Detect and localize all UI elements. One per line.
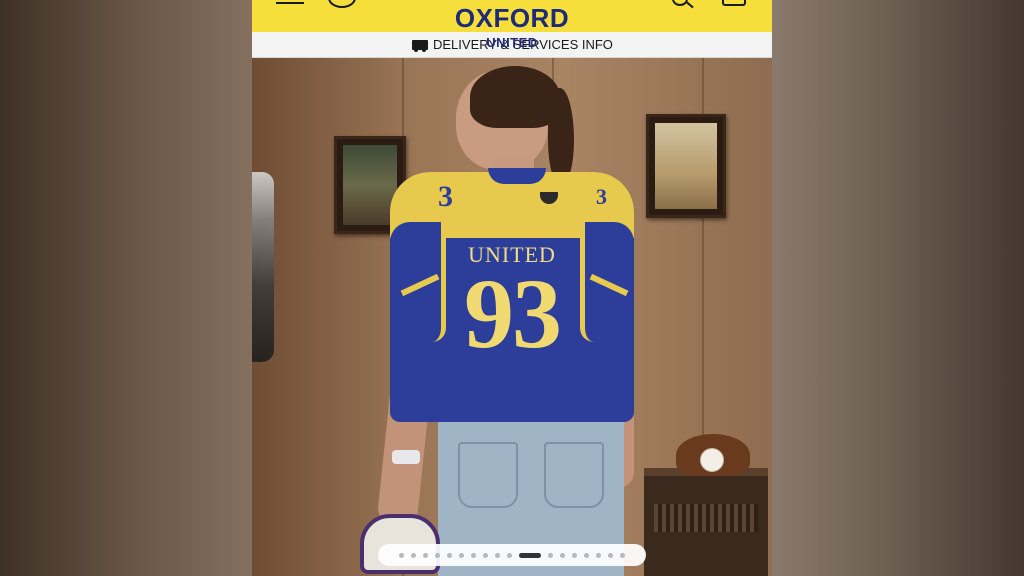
bag-icon[interactable] <box>722 0 746 6</box>
jersey-number: 93 <box>464 258 562 369</box>
carousel-dot[interactable] <box>572 552 577 558</box>
carousel-dot[interactable] <box>435 552 440 558</box>
wall-frame-baseball-poster <box>646 114 726 218</box>
carousel-dot[interactable] <box>584 552 589 558</box>
carousel-dot[interactable] <box>471 552 476 558</box>
blurred-backdrop-left <box>0 0 252 576</box>
product-photo[interactable]: 3 3 UNITED 93 <box>252 58 772 576</box>
carousel-dot[interactable] <box>495 552 500 558</box>
carousel-dot[interactable] <box>399 552 404 558</box>
carousel-dot[interactable] <box>548 552 553 558</box>
brand-logo-sub: UNITED <box>486 35 538 50</box>
wooden-shelf <box>644 468 768 576</box>
shoulder-number-right: 3 <box>596 184 607 209</box>
header-bar: OXFORD <box>252 0 772 32</box>
jersey: 3 3 UNITED 93 <box>390 168 634 422</box>
model-hair <box>470 66 560 128</box>
carousel-dot-active[interactable] <box>519 552 541 558</box>
shoulder-number-left: 3 <box>438 180 453 213</box>
carousel-dot[interactable] <box>507 552 512 558</box>
carousel-dot[interactable] <box>447 552 452 558</box>
carousel-dot[interactable] <box>608 552 613 558</box>
carousel-dot[interactable] <box>483 552 488 558</box>
brand-logo[interactable]: OXFORD <box>252 5 772 31</box>
smartwatch <box>392 450 420 464</box>
background-equipment <box>252 172 274 362</box>
carousel-dot[interactable] <box>620 552 625 558</box>
jeans-pocket <box>544 442 604 508</box>
carousel-pager[interactable] <box>378 544 646 566</box>
carousel-dot[interactable] <box>459 552 464 558</box>
delivery-info-bar[interactable]: DELIVERY & SERVICES INFO UNITED <box>252 32 772 58</box>
baseball <box>700 448 724 472</box>
carousel-dot[interactable] <box>596 552 601 558</box>
jersey-collar <box>488 168 546 184</box>
jeans-pocket <box>458 442 518 508</box>
carousel-dot[interactable] <box>423 552 428 558</box>
menu-icon[interactable] <box>276 0 304 4</box>
phone-screen: OXFORD DELIVERY & SERVICES INFO UNITED 3… <box>252 0 772 576</box>
blurred-backdrop-right <box>772 0 1024 576</box>
carousel-dot[interactable] <box>560 552 565 558</box>
carousel-dot[interactable] <box>411 552 416 558</box>
